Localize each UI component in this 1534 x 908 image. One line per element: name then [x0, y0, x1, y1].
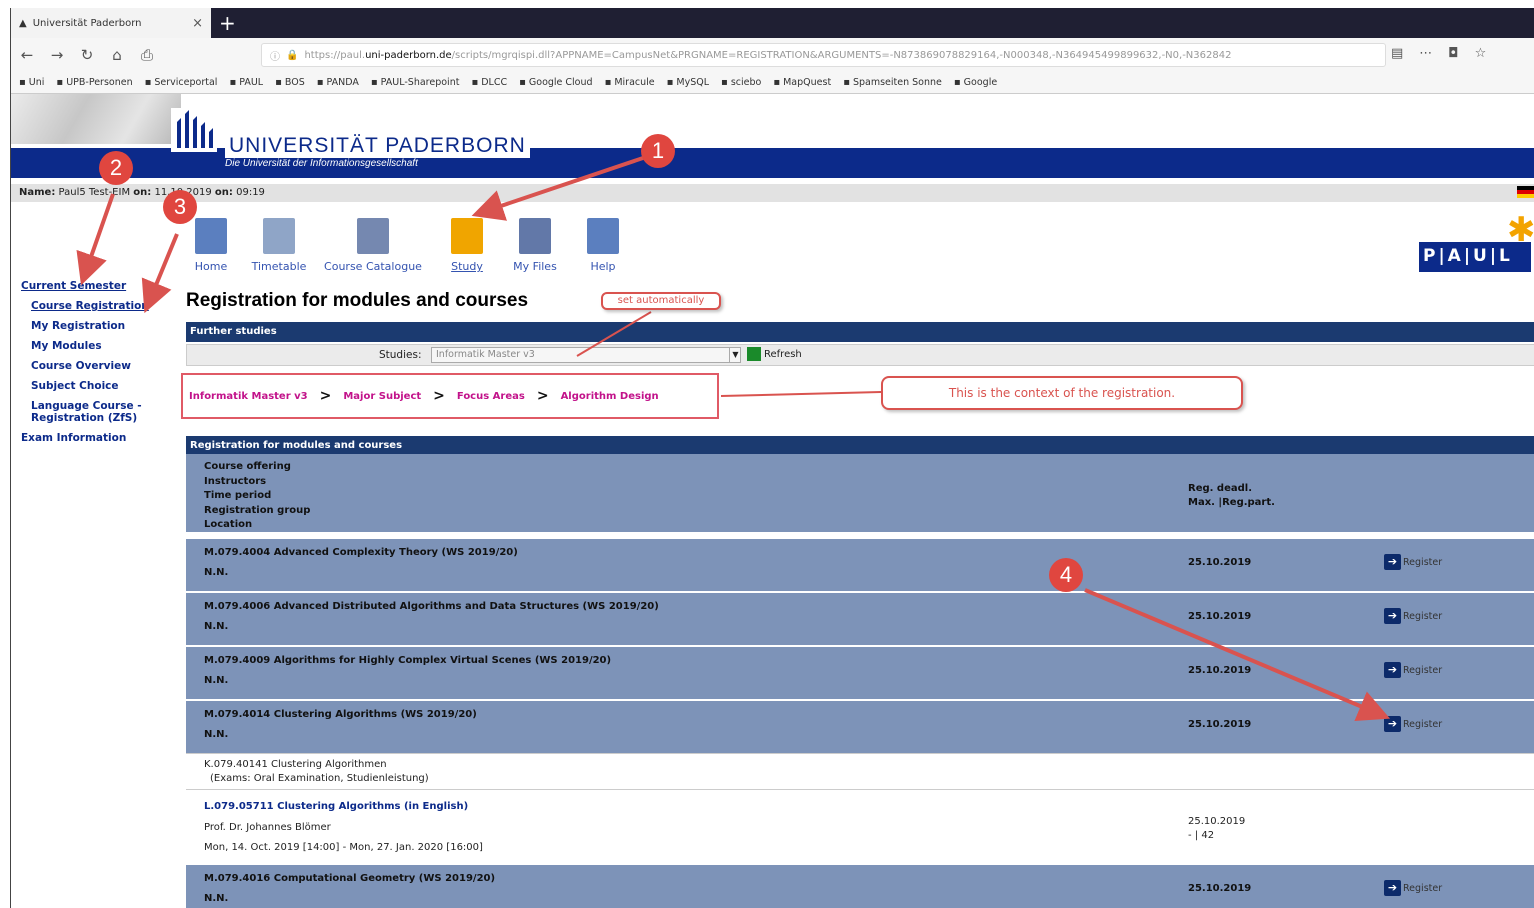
set-automatically-callout: set automatically: [601, 292, 721, 310]
arrow-2: [76, 193, 115, 286]
callout-pointer-2: [720, 391, 882, 397]
annotation-number-4: 4: [1049, 558, 1083, 592]
context-callout: This is the context of the registration.: [881, 376, 1243, 410]
arrow-1: [471, 156, 644, 221]
callout-pointer-1: [576, 311, 652, 357]
annotation-number-2: 2: [99, 151, 133, 185]
annotation-number-1: 1: [641, 134, 675, 168]
annotation-number-3: 3: [163, 190, 197, 224]
browser-window: ▲ Universität Paderborn × + ← → ↻ ⌂ ⎙ ⓘ …: [10, 8, 1534, 908]
arrow-3: [141, 233, 179, 314]
annotation-arrows: [76, 156, 1391, 721]
arrow-4: [1084, 588, 1391, 721]
